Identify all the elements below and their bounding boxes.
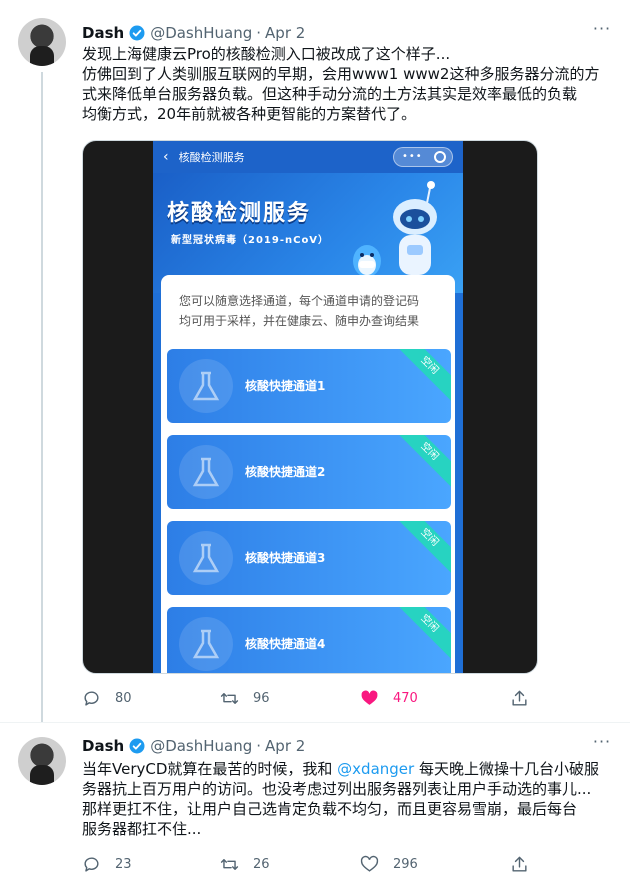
separator-dot: ·	[256, 24, 262, 42]
retweet-icon	[220, 693, 239, 704]
timestamp[interactable]: Apr 2	[265, 24, 305, 42]
channel-label: 核酸快捷通道2	[245, 465, 326, 479]
tweet-text-line: 均衡方式，20年前就被各种更智能的方案替代了。	[82, 105, 417, 123]
tweet-text-line: 服务器都扛不住...	[82, 820, 202, 838]
channel-button-4: 核酸快捷通道4 空闲	[167, 607, 451, 673]
channel-label: 核酸快捷通道4	[245, 637, 326, 651]
avatar[interactable]	[18, 737, 66, 785]
tweet-media-image[interactable]: ‹ 核酸检测服务 ••• 核酸检测服务 新型冠状病毒（2019-nCoV） 您可…	[82, 140, 538, 674]
timestamp[interactable]: Apr 2	[265, 737, 305, 755]
miniapp-nav-title: 核酸检测服务	[178, 151, 245, 164]
avatar[interactable]	[18, 18, 66, 66]
phone-screenshot: ‹ 核酸检测服务 ••• 核酸检测服务 新型冠状病毒（2019-nCoV） 您可…	[153, 141, 463, 673]
retweet-icon	[220, 859, 239, 870]
verified-badge-icon	[129, 25, 145, 41]
channel-card: 您可以随意选择通道，每个通道申请的登记码 均可用于采样，并在健康云、随申办查询结…	[161, 275, 455, 673]
tweet-text-line: 式来降低单台服务器负载。但这种手动分流的土方法其实是效率最低的负载	[82, 85, 578, 103]
retweet-button[interactable]: 96	[220, 689, 270, 708]
banner-title: 核酸检测服务	[167, 201, 312, 226]
status-badge: 空闲	[394, 349, 451, 401]
more-options-icon[interactable]: ···	[592, 734, 612, 755]
channel-button-1: 核酸快捷通道1 空闲	[167, 349, 451, 423]
capsule-close-icon	[434, 151, 446, 163]
flask-icon	[179, 445, 233, 499]
tweet-text-line: 仿佛回到了人类驯服互联网的早期，会用www1 www2这种多服务器分流的方	[82, 65, 600, 83]
share-button[interactable]	[510, 855, 543, 874]
miniapp-capsule: •••	[393, 147, 453, 167]
mascot-robot-icon	[393, 181, 437, 275]
channel-button-2: 核酸快捷通道2 空闲	[167, 435, 451, 509]
status-badge: 空闲	[394, 435, 451, 487]
reply-icon	[84, 857, 99, 872]
tweet-text: 发现上海健康云Pro的核酸检测入口被改成了这个样子... 仿佛回到了人类驯服互联…	[82, 44, 617, 124]
text-segment: 当年VeryCD就算在最苦的时候，我和	[82, 760, 338, 778]
heart-icon	[360, 855, 379, 872]
tweet-header: Dash @DashHuang · Apr 2	[82, 735, 305, 757]
status-badge: 空闲	[394, 607, 451, 659]
mascot-bird-icon	[353, 245, 381, 277]
display-name[interactable]: Dash	[82, 737, 124, 755]
description-line: 您可以随意选择通道，每个通道申请的登记码	[179, 294, 420, 308]
mention-link[interactable]: @xdanger	[337, 760, 414, 778]
reply-icon	[84, 691, 99, 706]
tweet-text-line: 当年VeryCD就算在最苦的时候，我和 @xdanger 每天晚上微操十几台小破…	[82, 759, 617, 779]
verified-badge-icon	[129, 738, 145, 754]
tweet-text-line: 务器抗上百万用户的访问。也没考虑过列出服务器列表让用户手动选的事儿...	[82, 780, 592, 798]
display-name[interactable]: Dash	[82, 24, 124, 42]
reply-count: 23	[115, 857, 132, 872]
share-icon	[512, 856, 527, 872]
channel-description: 您可以随意选择通道，每个通道申请的登记码 均可用于采样，并在健康云、随申办查询结…	[179, 291, 449, 331]
share-icon	[512, 690, 527, 706]
channel-label: 核酸快捷通道3	[245, 551, 326, 565]
more-options-icon[interactable]: ···	[592, 21, 612, 42]
separator-dot: ·	[256, 737, 262, 755]
handle[interactable]: @DashHuang	[150, 737, 252, 755]
flask-icon	[179, 617, 233, 671]
back-arrow-icon: ‹	[163, 149, 169, 165]
miniapp-nav-bar: ‹ 核酸检测服务 •••	[153, 141, 463, 173]
flask-icon	[179, 359, 233, 413]
tweet-2[interactable]: Dash @DashHuang · Apr 2 ··· 当年VeryCD就算在最…	[0, 723, 630, 889]
flask-icon	[179, 531, 233, 585]
like-count: 470	[393, 691, 418, 706]
retweet-button[interactable]: 26	[220, 855, 270, 874]
retweet-count: 26	[253, 857, 270, 872]
capsule-menu-icon: •••	[402, 151, 423, 162]
tweet-actions: 80 96 470	[82, 689, 532, 711]
retweet-count: 96	[253, 691, 270, 706]
tweet-header: Dash @DashHuang · Apr 2	[82, 22, 305, 44]
tweet-actions: 23 26 296	[82, 855, 532, 877]
reply-button[interactable]: 23	[82, 855, 132, 874]
description-line: 均可用于采样，并在健康云、随申办查询结果	[179, 314, 420, 328]
like-count: 296	[393, 857, 418, 872]
heart-filled-icon	[361, 690, 378, 705]
tweet-text: 当年VeryCD就算在最苦的时候，我和 @xdanger 每天晚上微操十几台小破…	[82, 759, 617, 839]
reply-button[interactable]: 80	[82, 689, 132, 708]
tweet-text-line: 那样更扛不住，让用户自己选肯定负载不均匀，而且更容易雪崩，最后每台	[82, 800, 578, 818]
thread-line	[41, 72, 43, 722]
text-segment: 每天晚上微操十几台小破服	[414, 760, 599, 778]
reply-count: 80	[115, 691, 132, 706]
tweet-1[interactable]: Dash @DashHuang · Apr 2 ··· 发现上海健康云Pro的核…	[0, 0, 630, 722]
share-button[interactable]	[510, 689, 543, 708]
handle[interactable]: @DashHuang	[150, 24, 252, 42]
channel-button-3: 核酸快捷通道3 空闲	[167, 521, 451, 595]
tweet-text-line: 发现上海健康云Pro的核酸检测入口被改成了这个样子...	[82, 45, 451, 63]
status-badge: 空闲	[394, 521, 451, 573]
channel-label: 核酸快捷通道1	[245, 379, 326, 393]
like-button[interactable]: 470	[360, 689, 418, 708]
banner-subtitle: 新型冠状病毒（2019-nCoV）	[171, 235, 330, 246]
like-button[interactable]: 296	[360, 855, 418, 874]
